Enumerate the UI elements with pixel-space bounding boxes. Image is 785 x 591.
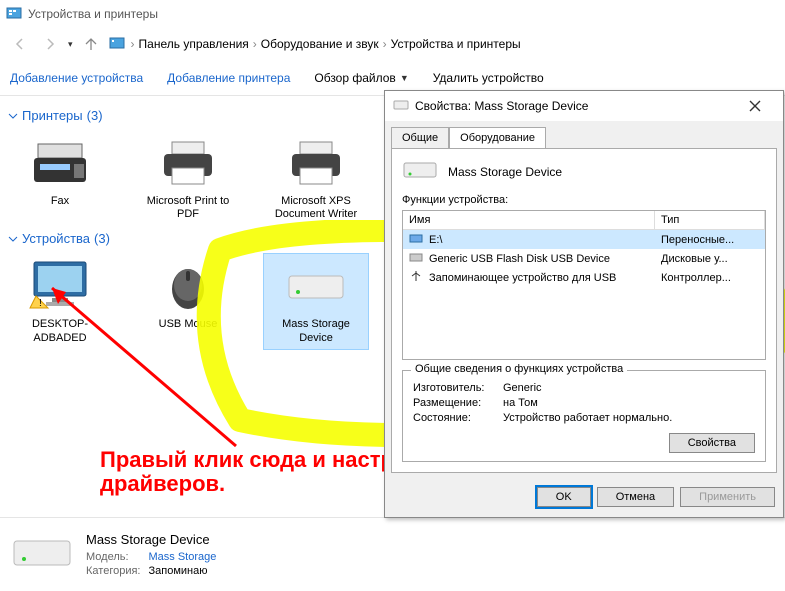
chevron-right-icon: › [131,37,135,51]
chevron-down-icon [8,234,18,244]
info-legend: Общие сведения о функциях устройства [411,363,627,375]
device-item-desktop[interactable]: ! DESKTOP-ADBADED [8,254,112,348]
tab-general[interactable]: Общие [391,127,449,148]
storage-icon [402,159,438,184]
chevron-down-icon: ▼ [400,73,409,83]
device-item-fax[interactable]: Fax [8,131,112,225]
manufacturer-value: Generic [503,382,542,394]
column-type[interactable]: Тип [655,211,765,230]
device-item-pdf[interactable]: Microsoft Print to PDF [136,131,240,225]
device-item-mass-storage[interactable]: Mass Storage Device [264,254,368,348]
device-label: Fax [51,195,69,208]
storage-icon-small [393,99,409,114]
close-button[interactable] [735,92,775,120]
cancel-button[interactable]: Отмена [597,487,674,507]
storage-icon [284,258,348,314]
manufacturer-label: Изготовитель: [413,382,503,394]
drive-icon [409,232,423,247]
column-name[interactable]: Имя [403,211,655,230]
device-label: DESKTOP-ADBADED [10,318,110,344]
storage-icon [10,531,74,579]
nav-bar: ▾ › Панель управления › Оборудование и з… [0,28,785,60]
printer-icon [156,135,220,191]
dialog-title: Свойства: Mass Storage Device [415,99,588,113]
properties-button[interactable]: Свойства [669,433,755,453]
window-title: Устройства и принтеры [28,7,158,21]
usb-icon [409,270,423,285]
details-name: Mass Storage Device [86,532,216,547]
device-label: USB Mouse [159,318,218,331]
chevron-down-icon [8,111,18,121]
chevron-right-icon: › [383,37,387,51]
device-item-xps[interactable]: Microsoft XPS Document Writer [264,131,368,225]
details-model: Mass Storage [148,551,216,563]
functions-list[interactable]: Имя Тип E:\ Переносные... Generic USB Fl… [402,210,766,360]
nav-history-caret-icon[interactable]: ▾ [68,39,73,50]
dialog-titlebar: Свойства: Mass Storage Device [385,91,783,121]
status-value: Устройство работает нормально. [503,412,672,424]
apply-button[interactable]: Применить [680,487,775,507]
breadcrumb-item[interactable]: Оборудование и звук [261,37,379,51]
ok-button[interactable]: OK [537,487,591,507]
printer-icon [284,135,348,191]
function-row[interactable]: E:\ Переносные... [403,230,765,249]
add-device-button[interactable]: Добавление устройства [10,71,143,85]
control-panel-icon [6,5,22,24]
status-label: Состояние: [413,412,503,424]
nav-forward[interactable] [38,32,62,56]
browse-files-button[interactable]: Обзор файлов ▼ [314,71,408,85]
mouse-icon [156,258,220,314]
details-category: Запоминаю [148,565,216,577]
properties-dialog: Свойства: Mass Storage Device Общие Обор… [384,90,784,518]
monitor-icon: ! [28,258,92,314]
close-icon [749,100,761,112]
function-row[interactable]: Generic USB Flash Disk USB Device Дисков… [403,249,765,268]
disk-icon [409,251,423,266]
control-panel-icon-small [109,35,125,54]
dialog-device-name: Mass Storage Device [448,165,562,179]
functions-label: Функции устройства: [402,194,766,206]
device-label: Mass Storage Device [266,318,366,344]
details-model-label: Модель: [86,551,140,563]
nav-back[interactable] [8,32,32,56]
breadcrumb: › Панель управления › Оборудование и зву… [131,37,521,51]
breadcrumb-item[interactable]: Устройства и принтеры [391,37,521,51]
location-label: Размещение: [413,397,503,409]
tab-hardware[interactable]: Оборудование [449,127,546,148]
add-printer-button[interactable]: Добавление принтера [167,71,290,85]
breadcrumb-item[interactable]: Панель управления [139,37,249,51]
details-pane: Mass Storage Device Модель: Mass Storage… [0,517,785,591]
location-value: на Том [503,397,538,409]
function-row[interactable]: Запоминающее устройство для USB Контролл… [403,268,765,287]
device-label: Microsoft XPS Document Writer [266,195,366,221]
window-titlebar: Устройства и принтеры [0,0,785,28]
fax-icon [28,135,92,191]
device-label: Microsoft Print to PDF [138,195,238,221]
nav-up[interactable] [79,32,103,56]
details-category-label: Категория: [86,565,140,577]
svg-text:!: ! [39,298,42,309]
remove-device-button[interactable]: Удалить устройство [433,71,544,85]
device-item-mouse[interactable]: USB Mouse [136,254,240,348]
chevron-right-icon: › [253,37,257,51]
